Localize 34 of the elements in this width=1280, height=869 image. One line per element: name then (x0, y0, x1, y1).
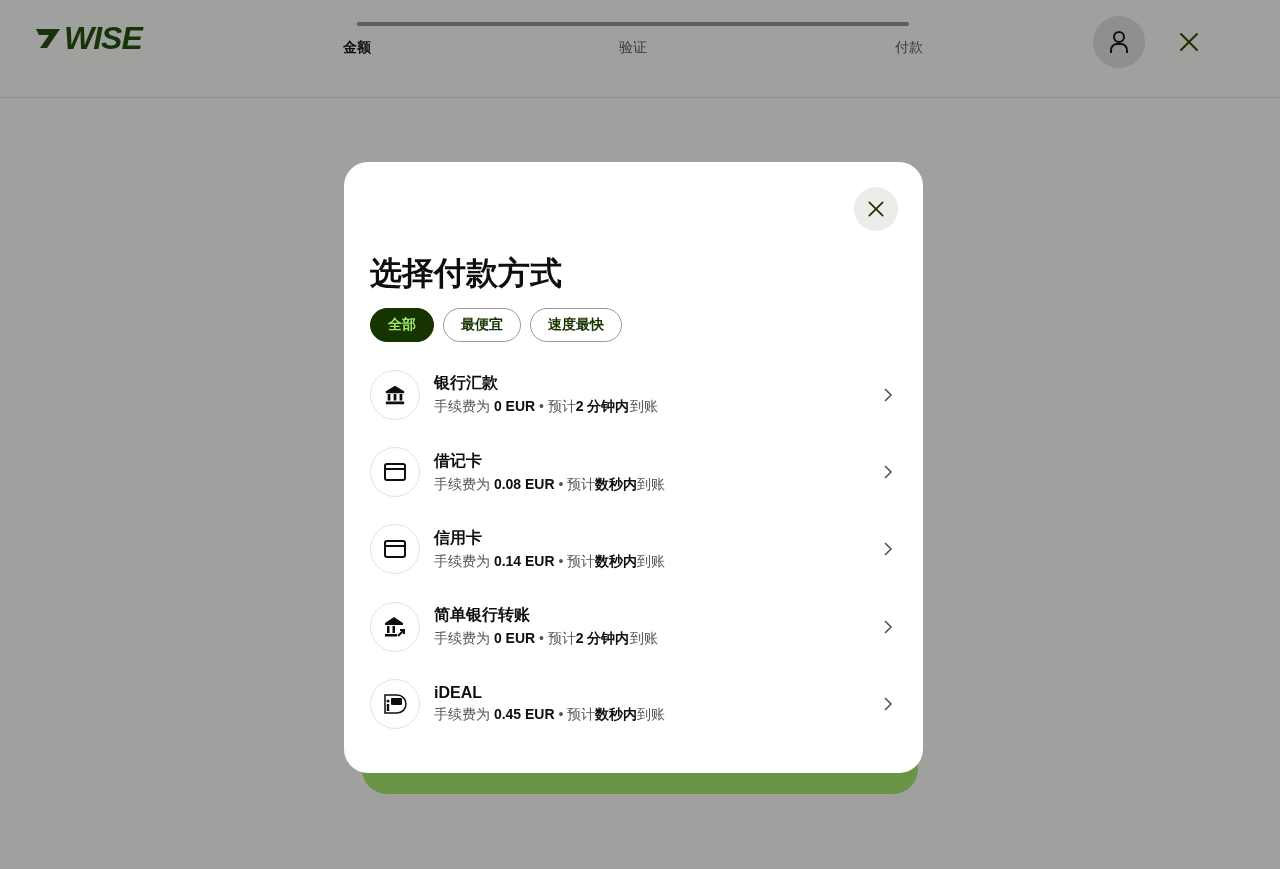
method-name[interactable]: 借记卡 (434, 450, 883, 472)
chevron-right-icon[interactable] (883, 386, 893, 403)
modal-title: 选择付款方式 (370, 254, 563, 293)
chevron-right-icon[interactable] (883, 618, 893, 635)
method-detail: 手续费为 0.14 EUR • 预计数秒内到账 (434, 552, 667, 571)
close-icon (1177, 30, 1201, 54)
step-label: 金额 (342, 39, 372, 57)
step-label: 付款 (894, 39, 924, 57)
chevron-right-icon[interactable] (883, 696, 893, 713)
close-icon (866, 199, 886, 219)
filter-chip[interactable]: 速度最快 (530, 308, 622, 342)
card-icon (383, 462, 407, 483)
logo-flag-icon (34, 26, 62, 50)
filter-chip[interactable]: 全部 (370, 308, 434, 342)
chevron-right-icon[interactable] (883, 464, 893, 481)
filter-chip[interactable]: 最便宜 (443, 308, 521, 342)
method-detail: 手续费为 0.45 EUR • 预计数秒内到账 (434, 706, 667, 725)
method-detail: 手续费为 0.08 EUR • 预计数秒内到账 (434, 475, 667, 494)
step-label: 验证 (618, 39, 648, 57)
person-icon (1108, 30, 1130, 54)
logo: WISE (64, 22, 142, 54)
account-button[interactable] (1093, 16, 1145, 68)
close-button[interactable] (854, 187, 898, 231)
method-name[interactable]: 信用卡 (434, 527, 883, 549)
bank-icon (384, 383, 406, 406)
ideal-logo-icon (383, 693, 407, 716)
method-name[interactable]: 银行汇款 (434, 373, 883, 395)
card-icon (383, 539, 407, 560)
chevron-right-icon[interactable] (883, 541, 893, 558)
method-name[interactable]: iDEAL (434, 684, 883, 703)
method-name[interactable]: 简单银行转账 (434, 605, 883, 627)
method-detail: 手续费为 0 EUR • 预计2 分钟内到账 (434, 630, 659, 649)
bank-transfer-icon (383, 614, 407, 639)
method-detail: 手续费为 0 EUR • 预计2 分钟内到账 (434, 398, 659, 417)
